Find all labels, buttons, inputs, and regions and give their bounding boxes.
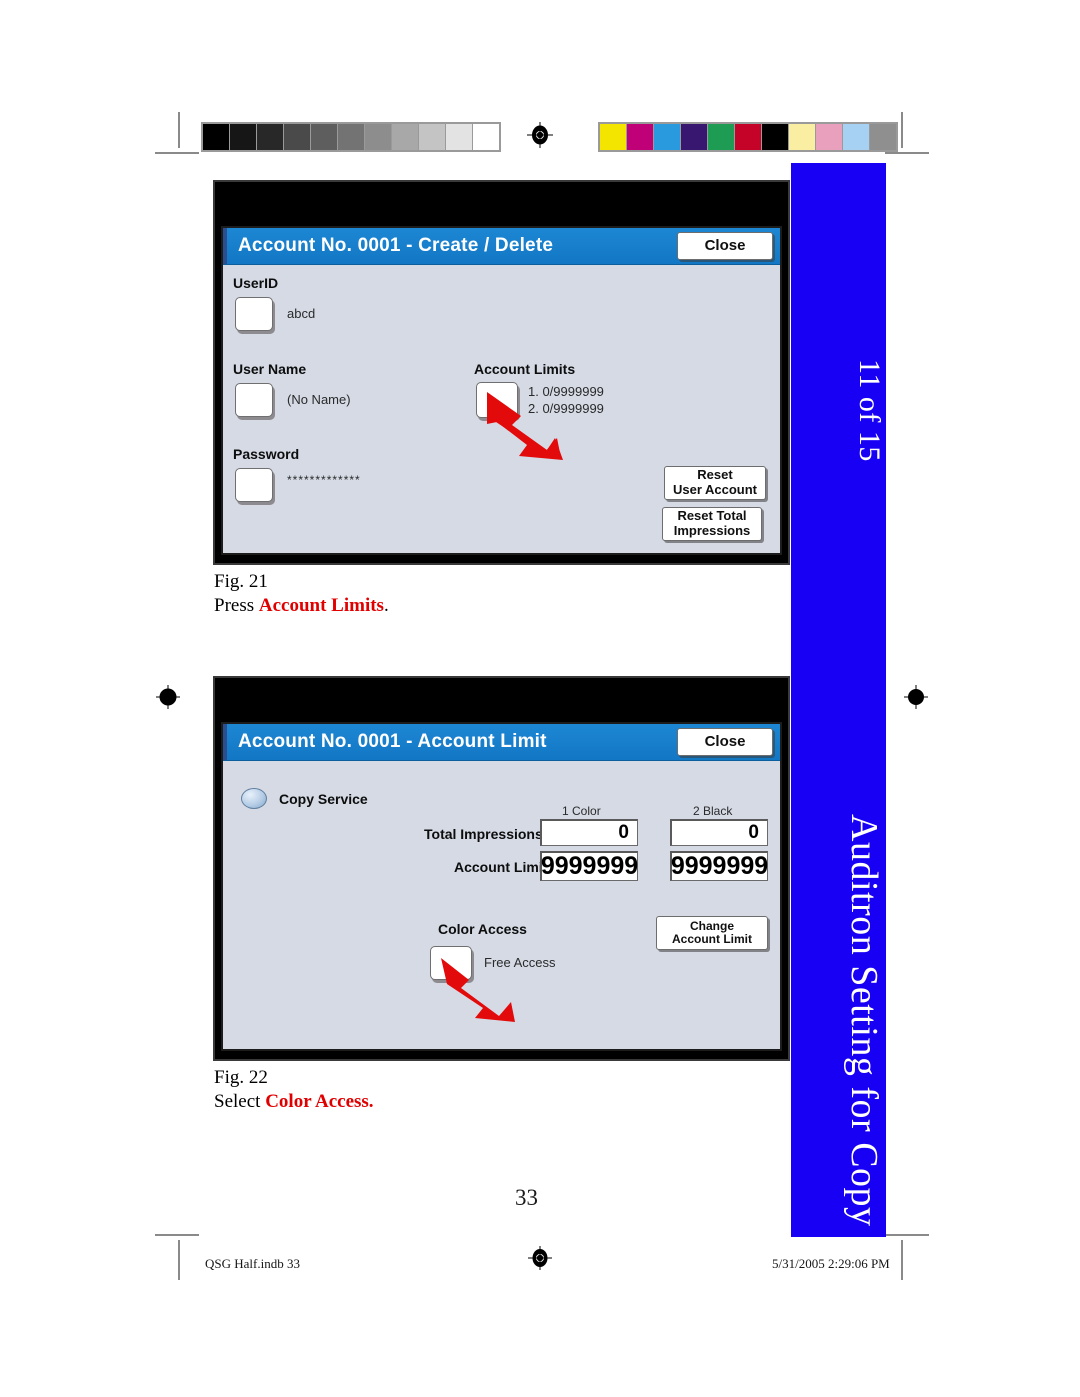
color-calibration-strip — [598, 122, 898, 152]
figure-21-instruction-prefix: Press — [214, 595, 259, 617]
crop-mark-bottom-right-v — [901, 1240, 903, 1280]
color-swatch — [762, 124, 789, 150]
copy-service-label: Copy Service — [279, 791, 368, 807]
figure-21-number: Fig. 21 — [214, 571, 268, 592]
grayscale-swatch — [365, 124, 392, 150]
screen1-titlebar: Account No. 0001 - Create / Delete Close — [223, 228, 780, 265]
total-impressions-label: Total Impressions — [424, 826, 543, 842]
chapter-tab-page-indicator: 11 of 15 — [853, 359, 886, 462]
titlebar-accent — [223, 228, 227, 264]
figure-22-screenshot: Account No. 0001 - Account Limit Close C… — [213, 676, 790, 1061]
crop-mark-bottom-right-h — [885, 1234, 929, 1236]
change-account-limit-label-line1: Change — [689, 918, 734, 933]
color-swatch — [789, 124, 816, 150]
change-account-limit-label-line2: Account Limit — [672, 932, 752, 946]
crop-mark-top-left-h — [155, 152, 199, 154]
grayscale-swatch — [203, 124, 230, 150]
column-header-2-black: 2 Black — [693, 804, 733, 818]
screen1-title: Account No. 0001 - Create / Delete — [238, 235, 554, 256]
color-swatch — [843, 124, 870, 150]
color-swatch — [627, 124, 654, 150]
color-swatch — [870, 124, 896, 150]
chapter-tab-title: Auditron Setting for Copy — [843, 814, 885, 1227]
figure-21-instruction: Press Account Limits. — [214, 594, 389, 618]
grayscale-swatch — [419, 124, 446, 150]
grayscale-calibration-strip — [201, 122, 501, 152]
printed-page: 11 of 15 Auditron Setting for Copy Accou… — [0, 0, 1080, 1397]
footer-source-file: QSG Half.indb 33 — [205, 1256, 300, 1271]
page-number: 33 — [515, 1185, 538, 1210]
reset-user-account-button[interactable]: Reset User Account — [664, 466, 766, 500]
figure-22-number: Fig. 22 — [214, 1067, 268, 1088]
grayscale-swatch — [311, 124, 338, 150]
grayscale-swatch — [446, 124, 473, 150]
chapter-tab: 11 of 15 Auditron Setting for Copy — [791, 163, 886, 1237]
crop-mark-bottom-left-v — [178, 1240, 180, 1280]
color-swatch — [600, 124, 627, 150]
grayscale-swatch — [392, 124, 419, 150]
figure-21-screenshot: Account No. 0001 - Create / Delete Close… — [213, 180, 790, 565]
grayscale-swatch — [284, 124, 311, 150]
username-value: (No Name) — [287, 392, 351, 407]
reset-user-account-label-line1: Reset — [697, 467, 733, 483]
callout-arrow-color-access — [439, 952, 517, 1024]
figure-21-instruction-suffix: . — [383, 595, 389, 617]
screen2-panel: Account No. 0001 - Account Limit Close C… — [221, 722, 782, 1051]
reset-total-impressions-button[interactable]: Reset Total Impressions — [662, 507, 762, 541]
username-entry-button[interactable] — [235, 383, 273, 417]
screen2-close-button[interactable]: Close — [677, 728, 773, 756]
crop-mark-bottom-left-h — [155, 1234, 199, 1236]
screen1-panel: Account No. 0001 - Create / Delete Close… — [221, 226, 782, 555]
registration-target-left — [155, 684, 181, 710]
registration-target-top — [527, 122, 553, 148]
registration-target-right — [903, 684, 929, 710]
color-swatch — [735, 124, 762, 150]
figure-22-caption: Fig. 22 Select Color Access. — [214, 1066, 374, 1115]
grayscale-swatch — [230, 124, 257, 150]
figure-21-caption: Fig. 21 Press Account Limits. — [214, 570, 389, 619]
userid-value: abcd — [287, 306, 316, 321]
figure-21-instruction-emphasis: Account Limits — [258, 595, 384, 617]
reset-total-label-line2: Impressions — [673, 523, 751, 538]
screen2-title: Account No. 0001 - Account Limit — [238, 731, 547, 752]
column-header-1-color: 1 Color — [562, 804, 601, 818]
color-swatch — [816, 124, 843, 150]
figure-22-instruction-prefix: Select — [214, 1091, 266, 1113]
account-limit-color-value: 9999999 — [540, 851, 639, 881]
copy-service-radio-icon[interactable] — [241, 788, 267, 809]
account-limit-label: Account Limit — [454, 859, 548, 875]
callout-arrow-account-limits — [485, 388, 563, 460]
crop-mark-top-right-h — [885, 152, 929, 154]
grayscale-swatch — [257, 124, 284, 150]
figure-22-instruction-emphasis: Color Access. — [265, 1091, 374, 1113]
userid-label: UserID — [233, 275, 279, 291]
color-swatch — [654, 124, 681, 150]
screen2-titlebar: Account No. 0001 - Account Limit Close — [223, 724, 780, 761]
registration-target-bottom — [527, 1245, 553, 1271]
grayscale-swatch — [473, 124, 499, 150]
total-impressions-black-value: 0 — [670, 819, 768, 846]
grayscale-swatch — [338, 124, 365, 150]
crop-mark-top-right-v — [901, 112, 903, 148]
color-access-label: Color Access — [438, 921, 527, 937]
total-impressions-color-value: 0 — [540, 819, 638, 846]
account-limit-black-value: 9999999 — [670, 851, 769, 881]
color-swatch — [681, 124, 708, 150]
figure-22-instruction: Select Color Access. — [214, 1090, 374, 1114]
reset-user-account-label-line2: User Account — [672, 482, 758, 497]
change-account-limit-button[interactable]: Change Account Limit — [656, 916, 768, 950]
account-limits-label: Account Limits — [474, 361, 576, 377]
screen1-close-button[interactable]: Close — [677, 232, 773, 260]
crop-mark-top-left-v — [178, 112, 180, 148]
userid-entry-button[interactable] — [235, 297, 273, 331]
footer-timestamp: 5/31/2005 2:29:06 PM — [772, 1256, 890, 1271]
color-swatch — [708, 124, 735, 150]
reset-total-label-line1: Reset Total — [677, 508, 747, 524]
password-value: ************* — [287, 473, 361, 487]
username-label: User Name — [233, 361, 307, 377]
password-entry-button[interactable] — [235, 468, 273, 502]
titlebar-accent-2 — [223, 724, 227, 760]
password-label: Password — [233, 446, 300, 462]
